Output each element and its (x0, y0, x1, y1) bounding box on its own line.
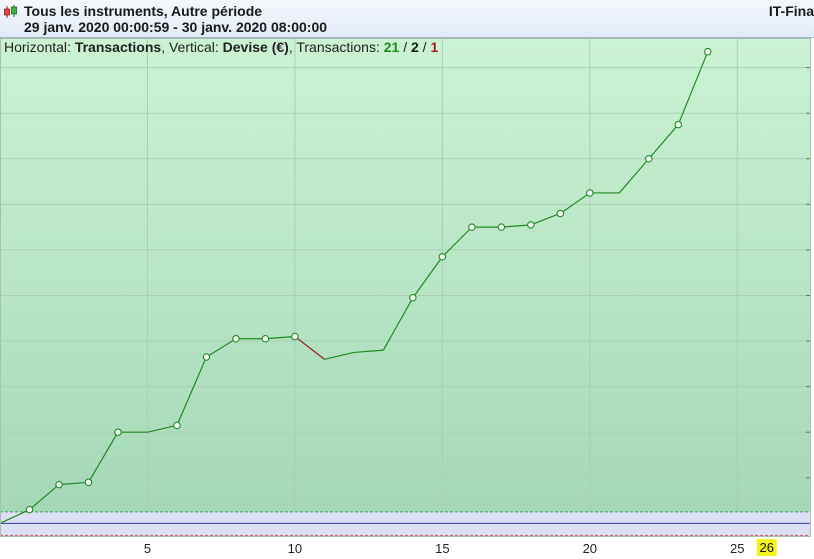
data-point (438, 252, 447, 261)
candlestick-icon (4, 5, 17, 18)
data-point (25, 505, 34, 514)
x-axis: 5 10 15 20 25 26 (0, 537, 814, 559)
count-separator-2: / (418, 39, 431, 55)
data-point (55, 480, 63, 489)
period-range: 29 janv. 2020 00:00:59 - 30 janv. 2020 0… (24, 19, 328, 35)
x-tick-label: 20 (582, 541, 598, 556)
data-point (586, 189, 594, 197)
brand-label: IT-Fina (768, 3, 814, 19)
data-point (497, 223, 506, 231)
x-tick-label: 15 (435, 541, 450, 556)
x-tick-label: 10 (287, 541, 303, 556)
chart-title: Tous les instruments, Autre période (24, 3, 263, 19)
data-point (84, 478, 93, 487)
data-point (674, 120, 683, 129)
transactions-label: , Transactions: (288, 39, 384, 55)
vertical-label: , Vertical: (161, 39, 223, 55)
data-point (468, 223, 476, 231)
data-point (409, 294, 417, 302)
horizontal-value: Transactions (74, 39, 162, 55)
data-point (173, 421, 181, 430)
winning-count: 21 (383, 39, 400, 55)
current-position-marker: 26 (756, 539, 777, 556)
x-tick-label: 25 (730, 541, 745, 556)
data-point (114, 428, 122, 436)
chart-header: Tous les instruments, Autre période 29 j… (0, 0, 814, 38)
equity-chart (0, 38, 811, 537)
data-point (202, 353, 211, 361)
data-point (232, 335, 240, 343)
chart-info-bar: Horizontal: Transactions, Vertical: Devi… (4, 39, 438, 55)
data-point (645, 155, 653, 163)
vertical-value: Devise (€) (222, 39, 289, 55)
data-point (527, 221, 535, 229)
data-point (556, 209, 565, 218)
data-point (261, 335, 270, 343)
losing-count: 1 (430, 39, 439, 55)
horizontal-label: Horizontal: (4, 39, 75, 55)
neutral-count: 2 (411, 39, 419, 55)
x-tick-label: 5 (143, 541, 152, 556)
count-separator: / (399, 39, 411, 55)
data-point (291, 332, 299, 341)
profit-zone (0, 38, 811, 512)
data-point (704, 47, 712, 56)
